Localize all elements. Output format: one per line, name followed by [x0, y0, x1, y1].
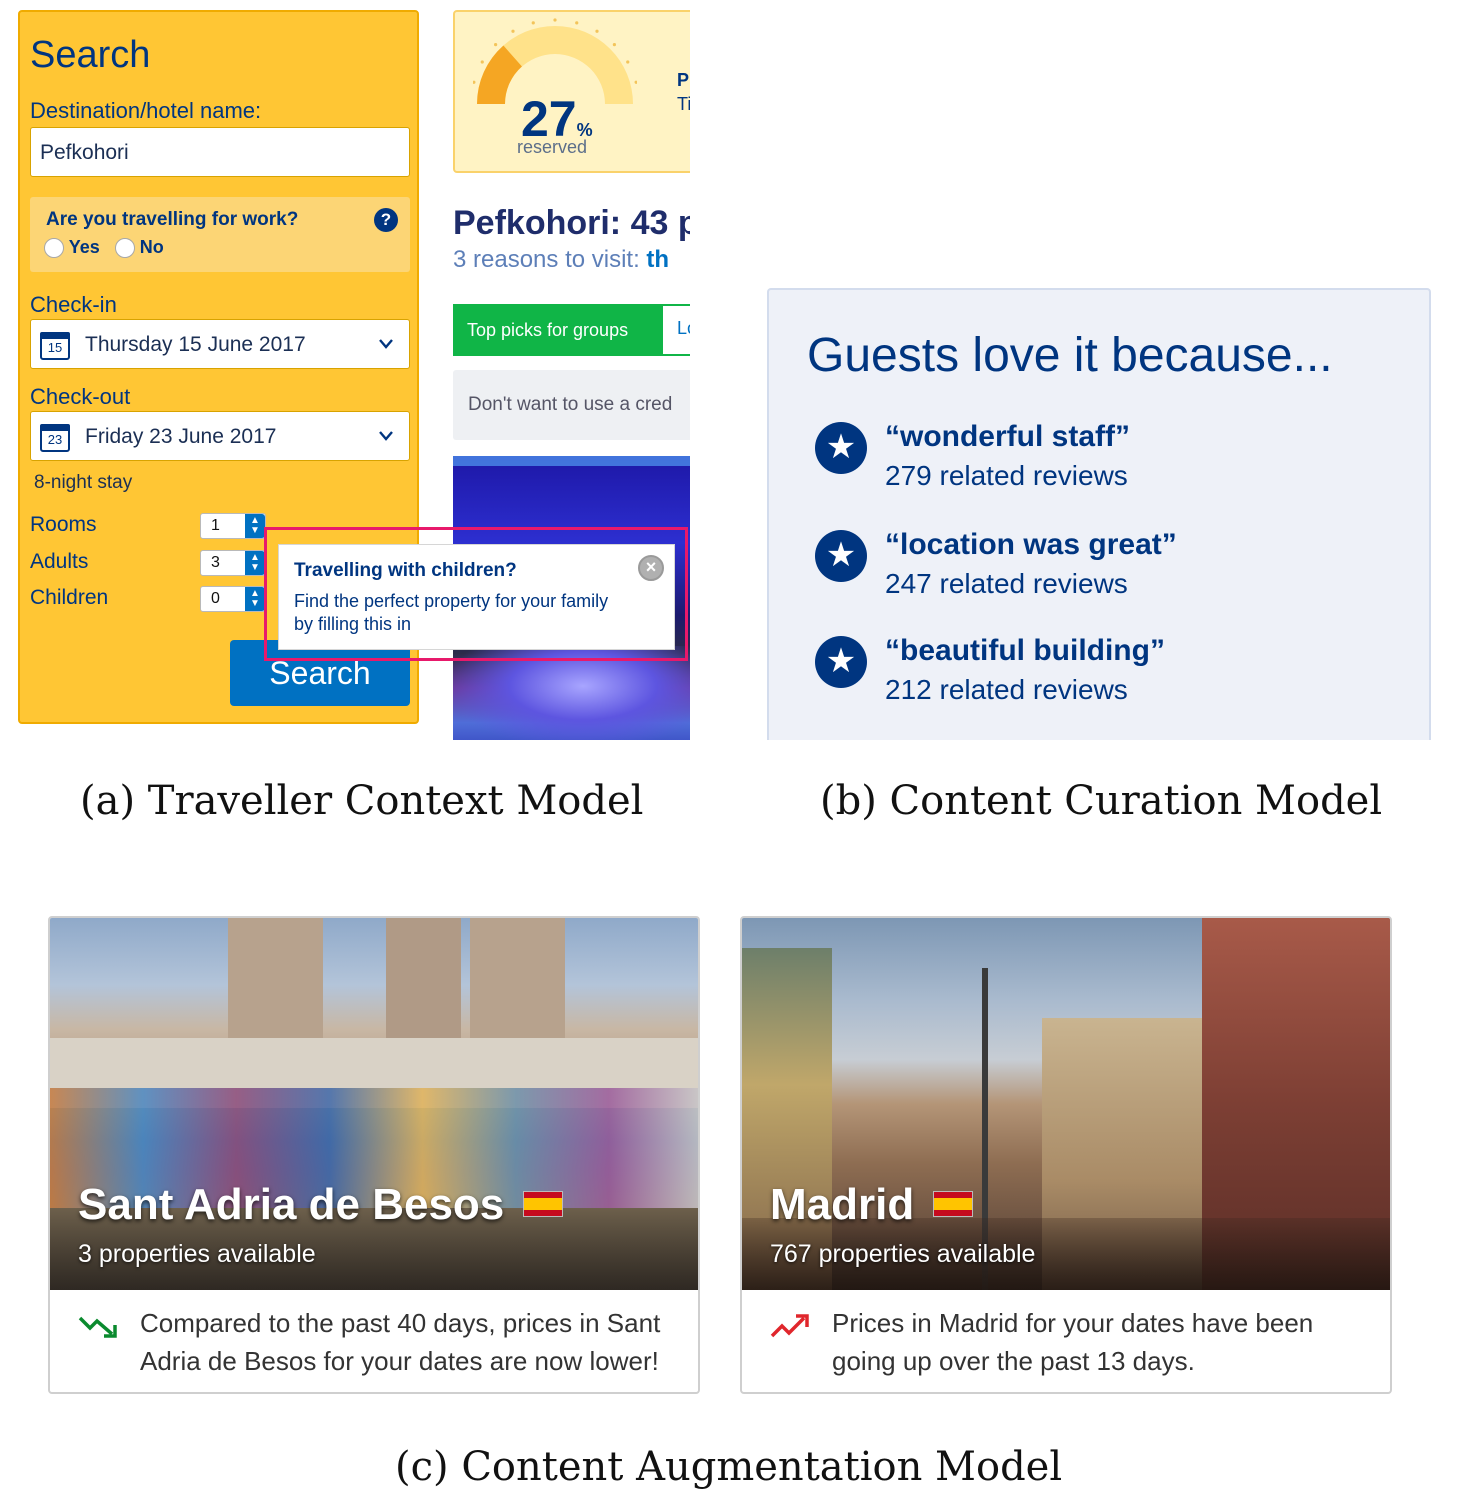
- yes-radio[interactable]: [44, 238, 64, 259]
- chevron-down-icon: [379, 339, 393, 349]
- close-circle-icon[interactable]: ×: [638, 555, 664, 581]
- occupancy-side-text: P: [677, 70, 690, 90]
- reason-quote: “location was great”: [885, 528, 1177, 561]
- destination-input[interactable]: Pefkohori: [30, 127, 410, 177]
- gauge-tick: [575, 21, 579, 25]
- destination-photo: [742, 918, 1390, 1290]
- tooltip-body: Find the perfect property for your famil…: [294, 591, 609, 634]
- star-icon: ★: [815, 422, 867, 474]
- trend-down-icon: [78, 1316, 117, 1338]
- gauge-tick: [595, 29, 599, 33]
- properties-available: 3 properties available: [78, 1240, 316, 1268]
- credit-card-notice: Don't want to use a cred: [453, 370, 690, 440]
- destination-card[interactable]: Madrid 767 properties available Prices i…: [740, 916, 1392, 1394]
- gauge-tick: [480, 60, 484, 64]
- destination-label: Destination/hotel name:: [30, 98, 262, 123]
- gauge-tick: [553, 18, 557, 22]
- tab-top-picks-groups[interactable]: Top picks for groups: [455, 306, 663, 354]
- properties-available: 767 properties available: [770, 1240, 1036, 1268]
- children-label: Children: [30, 586, 109, 609]
- children-value: 0: [211, 590, 220, 607]
- work-question: Are you travelling for work?: [46, 209, 299, 230]
- star-icon: ★: [815, 530, 867, 582]
- trend-up-icon: [770, 1314, 809, 1338]
- work-radio-group: Yes No: [44, 237, 164, 259]
- star-icon: ★: [815, 636, 867, 688]
- reason-reviews[interactable]: 279 related reviews: [885, 460, 1128, 492]
- checkout-select[interactable]: 23 Friday 23 June 2017: [30, 411, 410, 461]
- stepper-arrows-icon[interactable]: ▲ ▼: [245, 514, 265, 538]
- adults-label: Adults: [30, 550, 89, 573]
- gauge-tick: [634, 80, 637, 84]
- calendar-icon: 23: [40, 424, 70, 452]
- tooltip-title: Travelling with children?: [294, 560, 517, 581]
- caption-c: (c) Content Augmentation Model: [395, 1444, 1063, 1490]
- price-trend-text: Prices in Madrid for your dates have bee…: [832, 1308, 1314, 1376]
- yes-label: Yes: [68, 237, 100, 257]
- adults-stepper[interactable]: 3 ▲ ▼: [200, 550, 266, 576]
- checkin-select[interactable]: 15 Thursday 15 June 2017: [30, 319, 410, 369]
- adults-value: 3: [211, 554, 220, 571]
- caption-b: (b) Content Curation Model: [820, 778, 1383, 824]
- card-title-row: Madrid: [770, 1180, 973, 1230]
- tab-bar: Top picks for groups Lo: [453, 304, 690, 356]
- work-travel-box: Are you travelling for work? ? Yes No: [30, 197, 410, 272]
- reason-quote: “beautiful building”: [885, 634, 1165, 667]
- occupancy-widget: 27% reserved P Ti: [453, 10, 690, 173]
- destination-card[interactable]: Sant Adria de Besos 3 properties availab…: [48, 916, 700, 1394]
- card-title-row: Sant Adria de Besos: [78, 1180, 563, 1230]
- reserved-label: reserved: [517, 137, 588, 157]
- stepper-arrows-icon[interactable]: ▲ ▼: [245, 551, 265, 575]
- calendar-icon: 15: [40, 332, 70, 360]
- price-trend-text: Compared to the past 40 days, prices in …: [140, 1308, 661, 1376]
- reason-quote: “wonderful staff”: [885, 420, 1130, 453]
- reason-reviews[interactable]: 212 related reviews: [885, 674, 1128, 706]
- children-stepper[interactable]: 0 ▲ ▼: [200, 586, 266, 612]
- stepper-arrows-icon[interactable]: ▲ ▼: [245, 587, 265, 611]
- gauge-tick: [511, 29, 515, 33]
- no-radio[interactable]: [114, 238, 135, 259]
- checkout-value: Friday 23 June 2017: [85, 425, 277, 448]
- rooms-label: Rooms: [30, 513, 97, 536]
- credit-notice-text: Don't want to use a cred: [468, 394, 673, 415]
- checkout-label: Check-out: [30, 384, 131, 409]
- chevron-down-icon: [379, 431, 393, 441]
- city-name[interactable]: Sant Adria de Besos: [78, 1180, 504, 1229]
- destination-photo: [50, 918, 698, 1290]
- question-circle-icon[interactable]: ?: [374, 208, 398, 232]
- rooms-value: 1: [211, 517, 220, 534]
- reasons-line: 3 reasons to visit: th: [453, 246, 670, 273]
- caption-a: (a) Traveller Context Model: [80, 778, 644, 824]
- children-tooltip: Travelling with children? Find the perfe…: [278, 544, 675, 650]
- property-headline: Pefkohori: 43 p: [453, 204, 690, 242]
- gauge-tick: [612, 43, 616, 47]
- checkin-label: Check-in: [30, 292, 117, 317]
- gauge-tick: [531, 21, 535, 25]
- rooms-stepper[interactable]: 1 ▲ ▼: [200, 513, 266, 539]
- no-label: No: [139, 237, 164, 257]
- stay-length: 8-night stay: [34, 472, 133, 493]
- checkin-value: Thursday 15 June 2017: [85, 333, 306, 356]
- guests-love-panel: Guests love it because... ★ “wonderful s…: [767, 288, 1431, 740]
- gauge-tick: [494, 43, 498, 47]
- occupancy-side-text: Ti: [677, 94, 690, 114]
- gauge-tick: [473, 80, 476, 84]
- gauge-tick: [626, 60, 630, 64]
- tab-next[interactable]: Lo: [677, 318, 690, 339]
- spain-flag-icon: [522, 1191, 563, 1217]
- city-name[interactable]: Madrid: [770, 1180, 914, 1229]
- destination-value: Pefkohori: [40, 141, 129, 164]
- guests-heading: Guests love it because...: [807, 329, 1333, 382]
- spain-flag-icon: [932, 1191, 973, 1217]
- search-title: Search: [30, 34, 151, 76]
- reason-reviews[interactable]: 247 related reviews: [885, 568, 1128, 600]
